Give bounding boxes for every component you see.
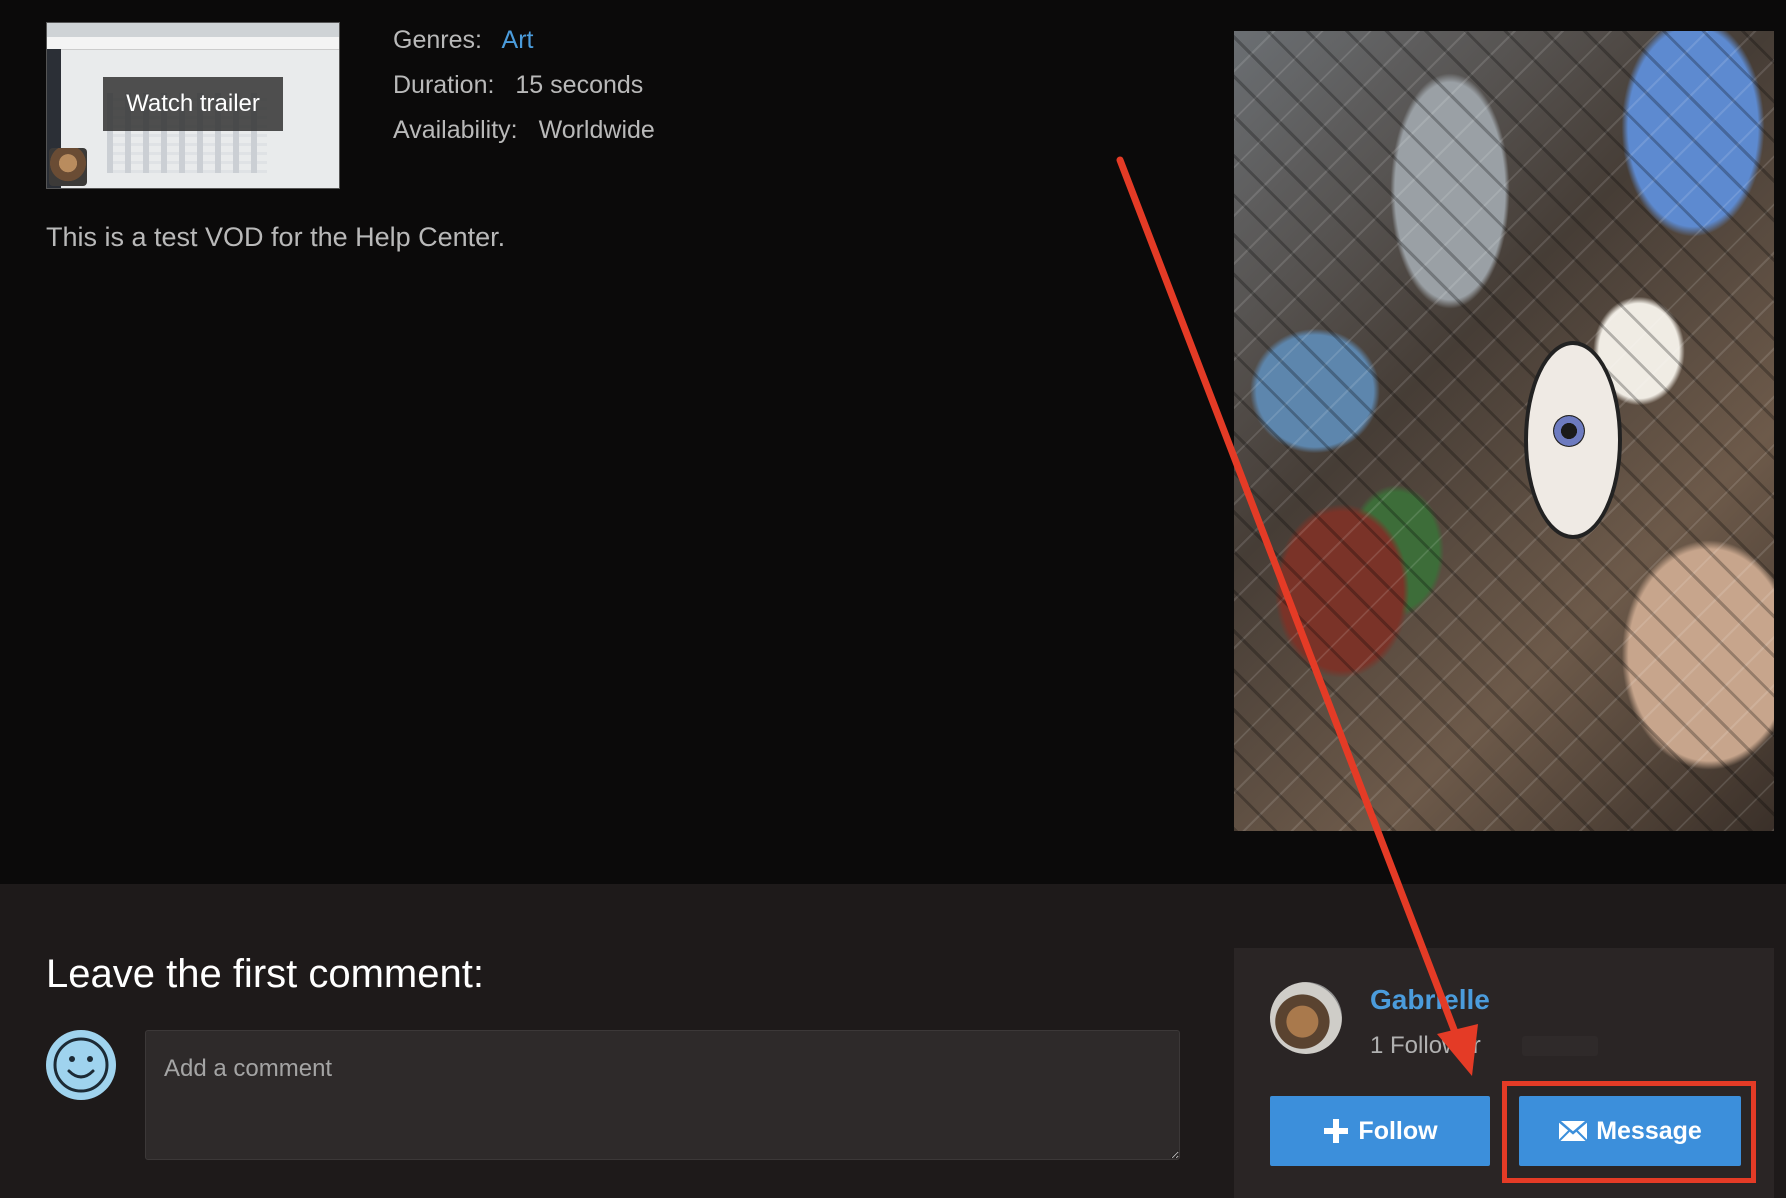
follow-button-label: Follow [1358,1116,1438,1145]
redacted-block [1522,1036,1598,1056]
duration-value: 15 seconds [515,71,644,99]
message-highlight-box [1502,1081,1756,1183]
mosaic-eye [1524,341,1622,539]
creator-name-link[interactable]: Gabrielle [1370,984,1490,1016]
duration-label: Duration: [393,71,495,99]
genres-label: Genres: [393,26,482,54]
comments-title: Leave the first comment: [46,952,484,996]
availability-row: Availability: Worldwide [393,108,655,153]
trailer-thumbnail[interactable]: Watch trailer [46,22,340,189]
follow-button[interactable]: Follow [1270,1096,1490,1166]
genres-row: Genres: Art [393,18,655,63]
video-details-section: Watch trailer Genres: Art Duration: 15 s… [0,0,1786,884]
thumbnail-face [49,148,87,186]
availability-value: Worldwide [538,116,655,144]
video-description: This is a test VOD for the Help Center. [46,222,506,252]
creator-avatar[interactable] [1270,982,1342,1054]
smiley-icon [53,1037,109,1093]
comment-input[interactable] [145,1030,1180,1160]
poster-image [1234,31,1774,831]
creator-follower-count: 1 Follower [1370,1032,1481,1059]
genre-link-art[interactable]: Art [502,26,534,54]
user-avatar [46,1030,116,1100]
availability-label: Availability: [393,116,518,144]
plus-icon [1324,1119,1349,1143]
duration-row: Duration: 15 seconds [393,63,655,108]
video-metadata: Genres: Art Duration: 15 seconds Availab… [393,18,655,153]
watch-trailer-button[interactable]: Watch trailer [103,77,283,131]
